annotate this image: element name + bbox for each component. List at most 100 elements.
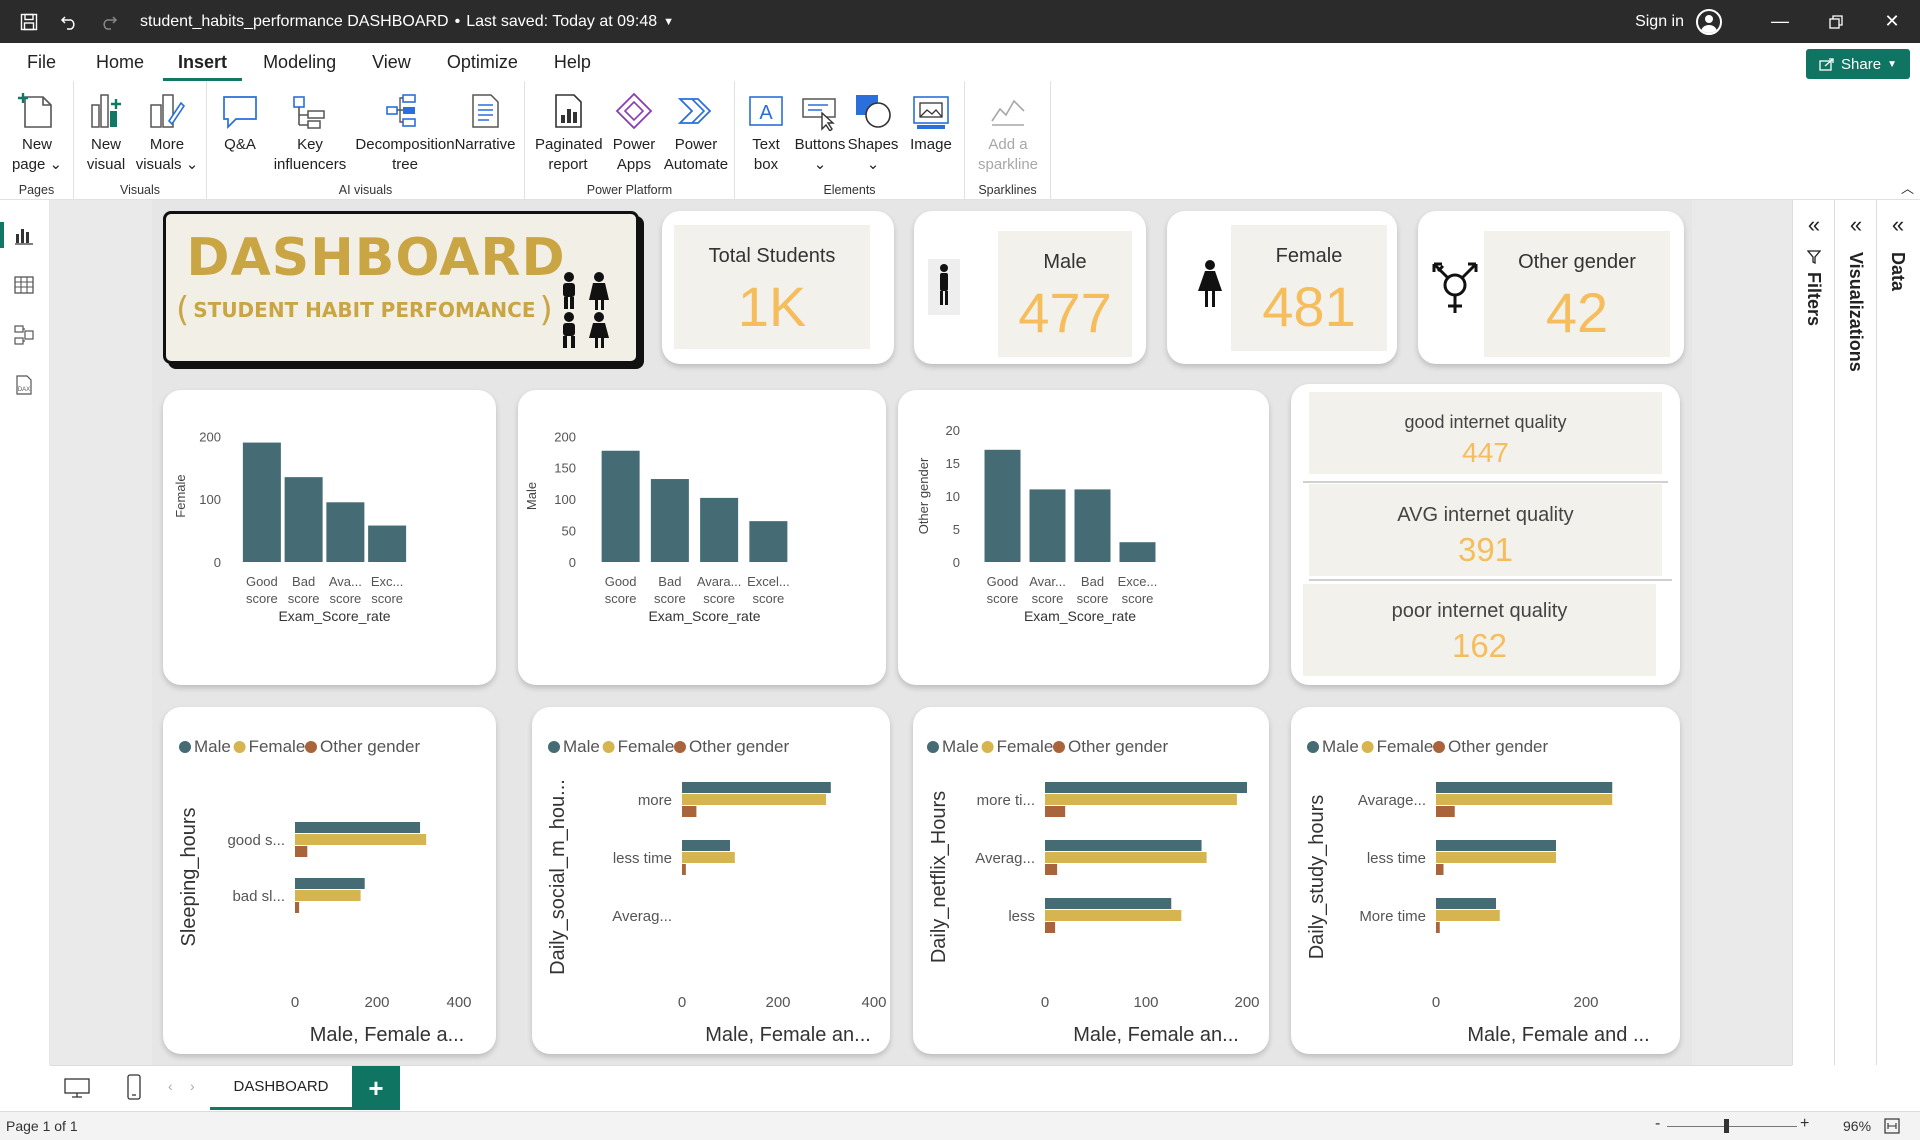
kpi-total-students-card[interactable]: Total Students 1K [662,211,894,364]
next-page-icon[interactable]: › [190,1078,195,1094]
social-media-hours-chart: Male Female Other gender more less time Avera… [547,737,887,1046]
decomposition-tree-button[interactable]: Decomposition tree [345,89,465,175]
kpi-female-card[interactable]: Female 481 [1167,211,1397,364]
zoom-out-button[interactable]: - [1655,1115,1660,1133]
power-automate-button[interactable]: Power Automate [661,89,731,175]
visualizations-pane[interactable]: « Visualizations [1834,200,1876,1065]
narrative-button[interactable]: Narrative [449,89,521,155]
x-tick-label: 200 [1234,994,1259,1011]
bar [984,449,1021,562]
collapse-ribbon-icon[interactable]: ︿ [1901,178,1914,197]
social-media-hours-chart-card[interactable]: Male Female Other gender more less time Avera… [532,707,890,1054]
expand-visualizations-icon[interactable]: « [1835,212,1877,238]
y-tick-label: 100 [199,492,221,507]
y-tick-label: Avarage... [1358,792,1426,809]
close-icon[interactable]: ✕ [1864,0,1920,43]
female-exam-score-chart-card[interactable]: 200 100 0 Good score Bad score Ava... score Exc..… [163,390,496,685]
dashboard-title-card[interactable]: DASHBOARD ( STUDENT HABIT PERFOMANCE ) [163,211,639,364]
shapes-button[interactable]: Shapes ⌄ [847,89,899,175]
legend-marker [179,741,191,753]
fit-to-page-icon[interactable] [1884,1118,1900,1134]
model-view-icon[interactable] [13,324,37,348]
legend-marker [1307,741,1319,753]
sparkline-icon [991,99,1025,126]
data-pane[interactable]: « Data [1876,200,1920,1065]
ribbon-group-visuals: New visual More visuals ⌄ Visuals [74,81,207,200]
kpi-other-gender-card[interactable]: Other gender 42 [1418,211,1684,364]
narrative-icon [472,94,499,128]
share-button[interactable]: Share ▼ [1806,49,1910,79]
more-visuals-button[interactable]: More visuals ⌄ [134,89,200,175]
report-view-icon[interactable] [13,224,37,248]
legend-marker [548,741,560,753]
ribbon-group-power-platform: Paginated report Power Apps Power Automa… [525,81,735,200]
key-influencers-button[interactable]: Key influencers [269,89,351,175]
dax-query-view-icon[interactable]: DAX [13,374,37,398]
internet-quality-card[interactable]: good internet quality 447 AVG internet q… [1291,384,1680,685]
x-tick-label: score [1122,591,1154,606]
buttons-button[interactable]: Buttons ⌄ [793,89,847,175]
ribbon: New page ⌄ Pages New visual More visuals… [0,81,1920,200]
y-tick-label: good s... [227,832,285,849]
kpi-female-value: 481 [1262,275,1356,338]
x-tick-label: Good [605,574,637,589]
menu-optimize[interactable]: Optimize [432,43,533,81]
x-tick-label: score [752,591,784,606]
mobile-layout-icon[interactable] [126,1074,142,1100]
kpi-male-value: 477 [1018,281,1112,344]
study-hours-chart-card[interactable]: Male Female Other gender Avarage... less tim… [1291,707,1680,1054]
menu-help[interactable]: Help [539,43,606,81]
other-gender-exam-score-chart-card[interactable]: 20 15 10 5 0 Good score Avar... score Bad score Exc… [898,390,1269,685]
sign-in-link[interactable]: Sign in [1635,13,1684,31]
menu-file[interactable]: File [12,43,71,81]
kpi-male-card[interactable]: Male 477 [914,211,1146,364]
restore-icon[interactable] [1808,0,1864,43]
expand-filters-icon[interactable]: « [1793,212,1835,238]
ribbon-group-elements: A Text box Buttons ⌄ Shapes ⌄ Image Elem… [735,81,965,200]
legend-label: Female [997,737,1054,756]
netflix-hours-chart-card[interactable]: Male Female Other gender more ti... Averag..… [913,707,1269,1054]
menu-modeling[interactable]: Modeling [248,43,351,81]
kpi-total-label: Total Students [708,245,836,267]
undo-icon[interactable] [58,11,80,33]
legend-label: Other gender [689,737,790,756]
bar [682,840,730,851]
legend-marker [927,741,939,753]
y-tick-label: 200 [199,429,221,444]
bar [295,902,300,913]
avg-internet-tile: AVG internet quality 391 [1309,484,1662,576]
expand-data-icon[interactable]: « [1877,212,1919,238]
bar [1045,864,1058,875]
zoom-in-button[interactable]: + [1800,1115,1809,1133]
title-bar: student_habits_performance DASHBOARD • L… [0,0,1920,43]
window-title[interactable]: student_habits_performance DASHBOARD • L… [140,13,674,31]
female-exam-score-chart: 200 100 0 Good score Bad score Ava... score Exc..… [173,429,407,624]
new-page-button[interactable]: New page ⌄ [8,89,66,175]
text-box-button[interactable]: A Text box [745,89,787,175]
prev-page-icon[interactable]: ‹ [168,1078,173,1094]
menu-home[interactable]: Home [81,43,159,81]
minimize-icon[interactable]: — [1752,0,1808,43]
male-exam-score-chart-card[interactable]: 200 150 100 50 0 Good score Bad score Avara... sco… [518,390,886,685]
qa-button[interactable]: Q&A [217,89,263,155]
x-tick-label: score [703,591,735,606]
power-apps-button[interactable]: Power Apps [609,89,659,175]
good-internet-tile: good internet quality 447 [1309,392,1662,474]
paginated-report-button[interactable]: Paginated report [535,89,603,175]
table-view-icon[interactable] [13,274,37,298]
filters-pane[interactable]: « Filters [1792,200,1834,1065]
new-visual-button[interactable]: New visual [80,89,132,175]
page-tab-dashboard[interactable]: DASHBOARD [210,1066,352,1110]
save-icon[interactable] [18,11,40,33]
account-icon[interactable] [1696,8,1722,35]
add-sparkline-button[interactable]: Add a sparkline [971,89,1045,175]
image-button[interactable]: Image [905,89,957,155]
redo-icon[interactable] [98,11,120,33]
menu-insert[interactable]: Insert [163,43,243,81]
zoom-slider-thumb[interactable] [1724,1119,1729,1133]
add-page-button[interactable]: + [352,1066,400,1110]
menu-view[interactable]: View [357,43,426,81]
sleeping-hours-chart-card[interactable]: Male Female Other gender good s... bad sl...… [163,707,496,1054]
desktop-layout-icon[interactable] [64,1078,90,1098]
zoom-slider[interactable] [1667,1126,1797,1127]
